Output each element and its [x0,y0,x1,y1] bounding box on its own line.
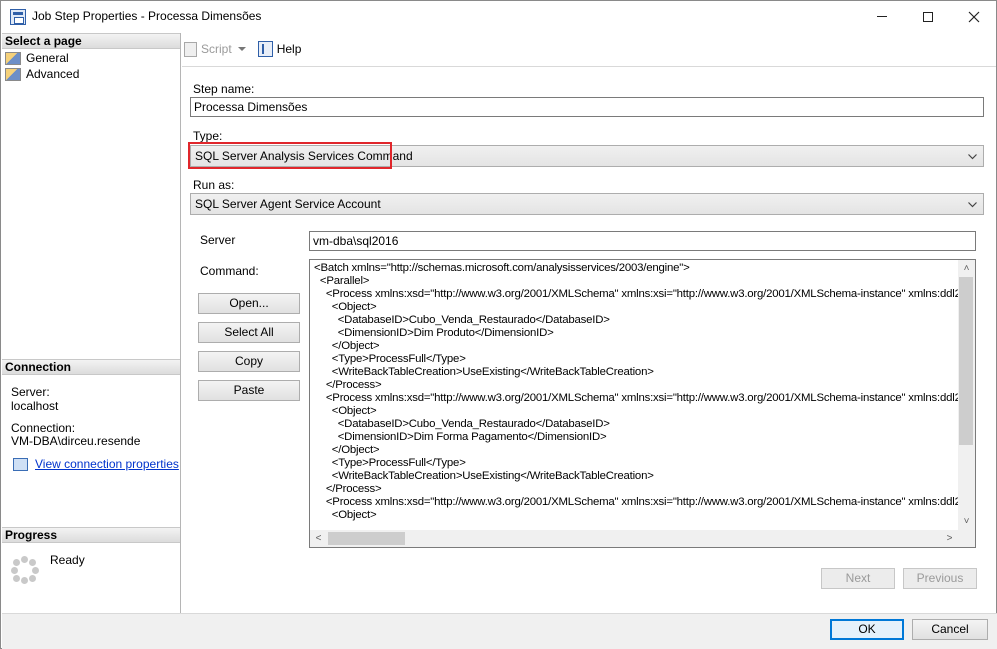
property-page-icon [5,51,21,65]
connection-properties-icon [13,457,28,471]
command-line: <Process xmlns:xsd="http://www.w3.org/20… [314,496,959,508]
previous-button[interactable]: Previous [903,568,977,589]
command-line: <DatabaseID>Cubo_Venda_Restaurado</Datab… [314,314,610,326]
paste-button[interactable]: Paste [198,380,300,401]
connection-value: VM-DBA\dirceu.resende [11,434,141,448]
script-icon [182,41,198,57]
chevron-down-icon [968,154,977,160]
help-button[interactable]: Help [257,41,302,57]
scroll-down-icon[interactable]: ˅ [958,513,975,530]
select-page-header: Select a page [2,33,180,49]
close-button[interactable] [951,1,997,32]
cancel-button[interactable]: Cancel [912,619,988,640]
server-value: localhost [11,399,59,413]
maximize-icon [923,11,933,22]
script-label: Script [201,42,232,56]
copy-button[interactable]: Copy [198,351,300,372]
horizontal-scroll-thumb[interactable] [328,532,405,545]
command-line: <Process xmlns:xsd="http://www.w3.org/20… [314,288,959,300]
minimize-icon [877,16,887,17]
toolbar: Script Help [182,39,307,59]
help-icon [257,41,273,57]
command-line: </Object> [314,444,380,456]
help-label: Help [276,42,302,56]
horizontal-scrollbar[interactable]: ˂ ˃ [310,530,975,547]
ok-button[interactable]: OK [830,619,904,640]
title-bar: Job Step Properties - Processa Dimensões [1,1,996,32]
command-line: <Batch xmlns="http://schemas.microsoft.c… [314,262,690,274]
command-line: <Parallel> [314,275,370,287]
type-select-value: SQL Server Analysis Services Command [195,149,413,163]
command-line: </Object> [314,340,380,352]
command-line: <Type>ProcessFull</Type> [314,353,466,365]
scroll-up-icon[interactable]: ˄ [958,260,975,277]
close-icon [968,11,980,22]
progress-spinner-icon [11,556,39,584]
scroll-right-icon[interactable]: ˃ [941,530,958,547]
vertical-scroll-thumb[interactable] [959,277,973,445]
step-name-label: Step name: [193,82,255,96]
command-line: </Process> [314,483,382,495]
page-item-advanced[interactable]: Advanced [5,66,79,82]
command-textarea[interactable]: <Batch xmlns="http://schemas.microsoft.c… [309,259,976,548]
command-line: <Object> [314,301,377,313]
command-line: </Process> [314,379,382,391]
run-as-label: Run as: [193,178,235,192]
server-field-label: Server [200,233,236,247]
vertical-scrollbar[interactable]: ˄ ˅ [958,260,975,530]
chevron-down-icon [968,202,977,208]
server-label: Server: [11,385,50,399]
command-line: <DimensionID>Dim Produto</DimensionID> [314,327,554,339]
progress-status: Ready [50,553,85,567]
page-item-label: Advanced [26,67,80,81]
property-page-icon [5,67,21,81]
next-button[interactable]: Next [821,568,895,589]
scroll-left-icon[interactable]: ˂ [310,530,327,547]
command-line: <WriteBackTableCreation>UseExisting</Wri… [314,366,654,378]
job-step-icon [10,9,26,25]
left-pane: Select a page General Advanced Connectio… [2,33,181,613]
type-select[interactable]: SQL Server Analysis Services Command [190,145,984,167]
page-item-label: General [26,51,69,65]
command-line: <WriteBackTableCreation>UseExisting</Wri… [314,470,654,482]
run-as-select[interactable]: SQL Server Agent Service Account [190,193,984,215]
progress-header: Progress [2,527,180,543]
select-all-button[interactable]: Select All [198,322,300,343]
command-line: <Object> [314,405,377,417]
minimize-button[interactable] [859,1,905,32]
script-button[interactable]: Script [182,41,252,57]
toolbar-divider [182,66,996,67]
command-line: <Process xmlns:xsd="http://www.w3.org/20… [314,392,959,404]
command-line: <Type>ProcessFull</Type> [314,457,466,469]
connection-header: Connection [2,359,180,375]
command-line: <Object> [314,509,377,521]
maximize-button[interactable] [905,1,951,32]
chevron-down-icon[interactable] [237,47,246,51]
connection-label: Connection: [11,421,76,435]
command-label: Command: [200,264,259,278]
open-button[interactable]: Open... [198,293,300,314]
step-name-input[interactable]: Processa Dimensões [190,97,984,117]
server-input[interactable]: vm-dba\sql2016 [309,231,976,251]
run-as-select-value: SQL Server Agent Service Account [195,197,381,211]
command-line: <DimensionID>Dim Forma Pagamento</Dimens… [314,431,607,443]
type-label: Type: [193,129,223,143]
window-title: Job Step Properties - Processa Dimensões [32,9,262,23]
command-text[interactable]: <Batch xmlns="http://schemas.microsoft.c… [314,262,959,528]
view-connection-properties-link[interactable]: View connection properties [13,457,179,471]
command-line: <DatabaseID>Cubo_Venda_Restaurado</Datab… [314,418,610,430]
view-connection-properties-text[interactable]: View connection properties [35,457,179,471]
page-item-general[interactable]: General [5,50,69,66]
job-step-properties-window: Job Step Properties - Processa Dimensões… [0,0,997,649]
